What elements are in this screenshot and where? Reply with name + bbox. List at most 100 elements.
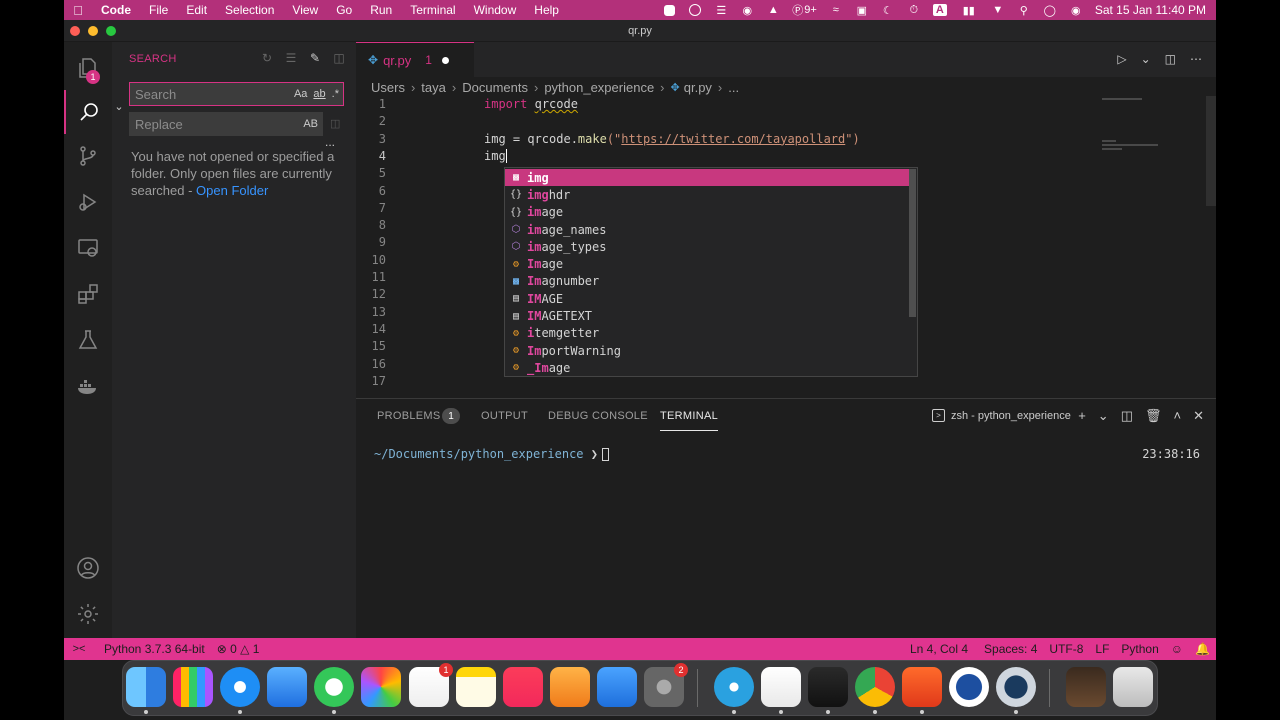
suggest-scrollbar[interactable] (909, 169, 916, 317)
collapse-all-icon[interactable]: ◫ (332, 51, 346, 65)
quicktime-icon[interactable] (996, 667, 1036, 714)
replace-all-icon[interactable]: ◫ (330, 117, 344, 131)
launchpad-icon[interactable] (173, 667, 213, 707)
manage-gear-icon[interactable] (64, 592, 112, 636)
breadcrumb-file[interactable]: qr.py (684, 80, 712, 95)
tab-debug-console[interactable]: DEBUG CONSOLE (548, 410, 648, 422)
chevron-down-icon[interactable]: ⌄ (112, 100, 126, 114)
split-terminal-icon[interactable]: ◫ (1121, 408, 1133, 424)
replace-input[interactable]: Replace AB (129, 112, 323, 136)
reminders-icon[interactable]: 1 (409, 663, 453, 707)
problems-status[interactable]: ⊗ 0 △ 1 (211, 642, 266, 656)
vscode-icon[interactable] (761, 667, 801, 714)
source-control-icon[interactable] (64, 134, 112, 178)
brave-icon[interactable] (902, 667, 942, 714)
control-center-icon[interactable]: ◯ (1043, 4, 1057, 17)
run-python-icon[interactable]: ▷ (1117, 52, 1126, 66)
menu-edit[interactable]: Edit (177, 3, 216, 17)
notifications-bell-icon[interactable]: 🔔 (1189, 642, 1216, 656)
telegram-icon[interactable] (714, 667, 754, 714)
apple-icon[interactable]:  (64, 3, 92, 18)
terminal-selector[interactable]: > zsh - python_experience (932, 409, 1071, 422)
game-icon[interactable]: ▲ (766, 4, 780, 16)
match-case-toggle[interactable]: Aa (294, 88, 307, 100)
safari-icon[interactable] (220, 667, 260, 714)
menu-terminal[interactable]: Terminal (401, 3, 464, 17)
testing-icon[interactable] (64, 318, 112, 362)
editor-scrollbar[interactable] (1206, 96, 1216, 206)
suggestion-item[interactable]: ⬡ im age_types (505, 238, 909, 255)
menu-view[interactable]: View (283, 3, 327, 17)
menu-go[interactable]: Go (327, 3, 361, 17)
notes-icon[interactable] (456, 667, 496, 707)
menu-selection[interactable]: Selection (216, 3, 283, 17)
messages-icon[interactable] (314, 667, 354, 714)
unsaved-dot-icon[interactable] (441, 56, 449, 64)
url-string[interactable]: https://twitter.com/tayapollard (621, 132, 845, 146)
eye-icon[interactable]: ◉ (740, 4, 754, 17)
trash-icon[interactable] (1113, 667, 1153, 707)
menubar-clock[interactable]: Sat 15 Jan 11:40 PM (1095, 3, 1206, 17)
clear-results-icon[interactable]: ☰ (284, 51, 298, 65)
breadcrumb-taya[interactable]: taya (421, 80, 446, 95)
suggestion-item[interactable]: ⚙ i temgetter (505, 325, 909, 342)
regex-toggle[interactable]: .* (332, 88, 339, 100)
end-of-line[interactable]: LF (1089, 642, 1115, 656)
music-icon[interactable] (503, 667, 543, 707)
search-input[interactable]: Search Aa ab .* (129, 82, 344, 106)
suggestion-item[interactable]: ▤ IM AGE (505, 290, 909, 307)
menu-app[interactable]: Code (92, 3, 140, 17)
text-input-icon[interactable]: A (932, 4, 947, 16)
breadcrumb-users[interactable]: Users (371, 80, 405, 95)
menu-window[interactable]: Window (465, 3, 526, 17)
preserve-case-toggle[interactable]: AB (303, 118, 318, 130)
new-terminal-plus-icon[interactable]: + (1078, 408, 1086, 424)
photos-icon[interactable] (361, 667, 401, 707)
whole-word-toggle[interactable]: ab (313, 88, 325, 100)
moon-icon[interactable]: ☾ (881, 4, 895, 17)
tab-output[interactable]: OUTPUT (481, 410, 528, 422)
run-debug-icon[interactable] (64, 180, 112, 224)
sliders-icon[interactable]: ☰ (714, 4, 728, 17)
explorer-icon[interactable]: 1 (64, 46, 112, 90)
suggestion-item[interactable]: {} img hdr (505, 186, 909, 203)
circle-icon[interactable] (688, 4, 702, 16)
finder-icon[interactable] (126, 667, 166, 714)
suggestion-item[interactable]: ⬡ im age_names (505, 221, 909, 238)
ledger-icon[interactable] (949, 667, 989, 707)
search-icon[interactable] (64, 90, 112, 134)
toggle-search-details-icon[interactable]: ... (325, 135, 335, 149)
open-folder-link[interactable]: Open Folder (196, 183, 268, 198)
minimap[interactable] (1102, 96, 1202, 396)
terminal-dropdown-chevron-icon[interactable]: ⌄ (1098, 408, 1109, 424)
more-actions-icon[interactable]: ⋯ (1190, 52, 1202, 66)
split-editor-icon[interactable]: ◫ (1165, 52, 1176, 66)
encoding[interactable]: UTF-8 (1043, 642, 1089, 656)
pages-icon[interactable] (550, 667, 590, 707)
remote-indicator-icon[interactable]: >< (64, 643, 94, 655)
feedback-icon[interactable]: ☺ (1165, 642, 1189, 656)
minimize-window-button[interactable] (88, 26, 98, 36)
extensions-icon[interactable] (64, 272, 112, 316)
p-badge-icon[interactable]: Ⓟ 9+ (792, 4, 817, 17)
python-interpreter[interactable]: Python 3.7.3 64-bit (98, 642, 211, 656)
suggestion-item[interactable]: {} im age (505, 204, 909, 221)
menu-file[interactable]: File (140, 3, 177, 17)
tab-problems[interactable]: PROBLEMS (377, 410, 441, 422)
breadcrumb-symbol[interactable]: ... (728, 80, 739, 95)
suggestion-item[interactable]: ⚙ Im portWarning (505, 342, 909, 359)
wifi-icon[interactable]: ≈ (829, 4, 843, 16)
breadcrumb-documents[interactable]: Documents (462, 80, 528, 95)
new-search-editor-icon[interactable]: ✎ (308, 51, 322, 65)
suggestion-item[interactable]: ▩ img (505, 169, 909, 187)
chrome-icon[interactable] (855, 667, 895, 714)
wifi-signal-icon[interactable]: ▼ (991, 4, 1005, 16)
terminal-prompt[interactable]: ~/Documents/python_experience ❯ (374, 447, 609, 461)
suggestion-item[interactable]: ⚙ Im age (505, 256, 909, 273)
keynote-icon[interactable] (597, 667, 637, 707)
display-icon[interactable]: ▣ (855, 4, 869, 17)
system-preferences-icon[interactable]: 2 (644, 663, 688, 707)
remote-explorer-icon[interactable] (64, 226, 112, 270)
suggestion-item[interactable]: ⚙ _Im age (505, 359, 909, 376)
menu-run[interactable]: Run (361, 3, 401, 17)
